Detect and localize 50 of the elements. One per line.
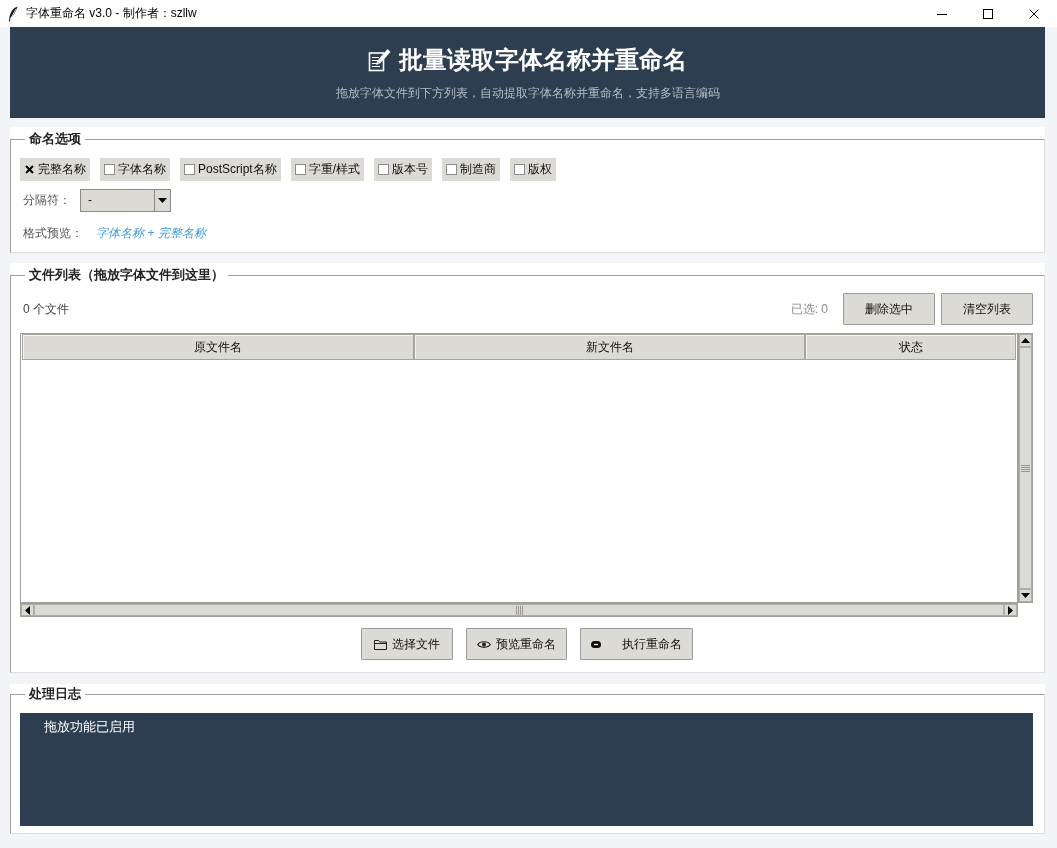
- file-action-button[interactable]: 预览重命名: [465, 628, 567, 660]
- scrollbar-thumb[interactable]: [34, 604, 1004, 616]
- scroll-up-button[interactable]: [1019, 334, 1032, 347]
- section-title: 文件列表（拖放字体文件到这里）: [28, 267, 225, 283]
- scroll-left-button[interactable]: [21, 604, 34, 616]
- column-header[interactable]: 新文件名: [414, 334, 805, 360]
- option-checkbox[interactable]: 字重/样式: [290, 158, 365, 181]
- scroll-down-button[interactable]: [1019, 589, 1032, 602]
- section-title: 处理日志: [28, 686, 82, 702]
- preview-label: 格式预览：: [22, 224, 84, 242]
- format-preview-text: 字体名称 + 完整名称: [96, 224, 206, 242]
- file-action-button[interactable]: 执行重命名: [579, 628, 693, 660]
- option-checkbox[interactable]: 字体名称: [100, 158, 170, 181]
- right-arrow-icon: [1008, 605, 1013, 615]
- capsule-icon: [590, 640, 601, 648]
- eye-icon: [476, 639, 491, 649]
- scrollbar-thumb[interactable]: [1019, 347, 1032, 589]
- selected-count: 已选: 0: [790, 300, 828, 318]
- horizontal-scrollbar[interactable]: [20, 603, 1018, 617]
- maximize-icon: [983, 8, 993, 19]
- option-checkbox[interactable]: 完整名称: [20, 158, 90, 181]
- grip-icon: [1021, 464, 1030, 472]
- caret-down-icon: [158, 198, 167, 203]
- separator-dropdown[interactable]: -: [80, 189, 171, 212]
- column-header[interactable]: 状态: [805, 334, 1016, 360]
- separator-label: 分隔符：: [22, 192, 72, 209]
- app-subtitle: 拖放字体文件到下方列表，自动提取字体名称并重命名，支持多语言编码: [335, 85, 720, 102]
- left-arrow-icon: [25, 605, 30, 615]
- window-title: 字体重命名 v3.0 - 制作者：szllw: [26, 5, 197, 22]
- list-action-button[interactable]: 删除选中: [843, 293, 935, 325]
- grip-icon: [515, 605, 523, 615]
- option-checkbox[interactable]: 版本号: [374, 158, 433, 181]
- close-icon: [1029, 8, 1039, 19]
- folder-icon: [373, 638, 387, 650]
- down-arrow-icon: [1021, 593, 1030, 598]
- option-checkbox[interactable]: 版权: [510, 158, 557, 181]
- app-title: 批量读取字体名称并重命名: [399, 45, 687, 75]
- vertical-scrollbar[interactable]: [1018, 333, 1033, 603]
- option-checkbox[interactable]: 制造商: [442, 158, 501, 181]
- file-count: 0 个文件: [22, 300, 69, 318]
- option-checkbox[interactable]: PostScript名称: [180, 158, 281, 181]
- section-title: 命名选项: [28, 131, 82, 147]
- feather-icon: [8, 5, 18, 22]
- scroll-right-button[interactable]: [1004, 604, 1017, 616]
- note-pencil-icon: [368, 48, 391, 72]
- list-action-button[interactable]: 清空列表: [941, 293, 1033, 325]
- log-line: 拖放功能已启用: [44, 719, 136, 735]
- up-arrow-icon: [1021, 338, 1030, 343]
- column-header[interactable]: 原文件名: [22, 334, 414, 360]
- file-action-button[interactable]: 选择文件: [360, 628, 453, 660]
